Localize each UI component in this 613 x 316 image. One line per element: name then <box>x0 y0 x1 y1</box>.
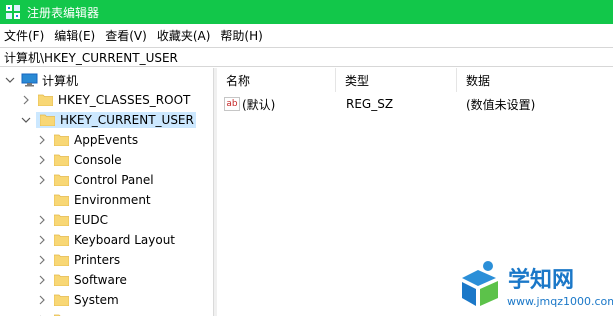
watermark-url: www.jmqz1000.com <box>507 295 613 308</box>
tree-item-appevents[interactable]: AppEvents <box>36 130 138 150</box>
chevron-right-icon[interactable] <box>36 274 48 286</box>
menu-help[interactable]: 帮助(H) <box>215 27 267 44</box>
tree-item-console[interactable]: Console <box>36 150 122 170</box>
chevron-right-icon[interactable] <box>36 174 48 186</box>
selected-highlight: HKEY_CURRENT_USER <box>36 112 196 128</box>
tree-item-eudc[interactable]: EUDC <box>36 210 108 230</box>
column-header-type[interactable]: 类型 <box>336 68 457 92</box>
column-header-label: 数据 <box>466 73 491 88</box>
value-name: (默认) <box>242 97 276 112</box>
chevron-right-icon[interactable] <box>36 214 48 226</box>
tree-item-label: Console <box>74 153 122 167</box>
folder-icon <box>54 294 69 306</box>
chevron-down-icon[interactable] <box>20 114 32 126</box>
watermark-brand: 学知网 <box>508 268 575 293</box>
tree-item-label: AppEvents <box>74 133 139 147</box>
column-header-label: 类型 <box>345 73 370 88</box>
value-type: REG_SZ <box>346 97 394 111</box>
tree-item-hkey-classes-root[interactable]: HKEY_CLASSES_ROOT <box>20 90 190 110</box>
folder-icon <box>54 254 69 266</box>
folder-icon <box>54 174 69 186</box>
chevron-right-icon[interactable] <box>36 154 48 166</box>
window-title: 注册表编辑器 <box>27 5 100 20</box>
tree-item-label: HKEY_CLASSES_ROOT <box>58 93 191 107</box>
tree-item-printers[interactable]: Printers <box>36 250 120 270</box>
value-row-type[interactable]: REG_SZ <box>346 94 456 114</box>
folder-open-icon <box>40 114 55 126</box>
tree-item-hkey-current-user[interactable]: HKEY_CURRENT_USER <box>20 110 196 130</box>
tree-item-label: Control Panel <box>74 173 154 187</box>
chevron-right-icon[interactable] <box>36 254 48 266</box>
menu-view[interactable]: 查看(V) <box>100 27 152 44</box>
menu-file[interactable]: 文件(F) <box>0 27 49 44</box>
folder-icon <box>54 194 69 206</box>
tree-item-label: System <box>74 293 119 307</box>
tree-item-computer[interactable]: 计算机 <box>4 70 78 90</box>
value-data: (数值未设置) <box>466 97 536 112</box>
tree-item-environment[interactable]: Environment <box>36 190 151 210</box>
tree-item-control-panel[interactable]: Control Panel <box>36 170 154 190</box>
folder-icon <box>54 134 69 146</box>
tree-item-label: Keyboard Layout <box>74 233 176 247</box>
column-header-label: 名称 <box>226 73 251 88</box>
value-row-name[interactable]: ab (默认) <box>224 94 334 114</box>
tree-item-label: EUDC <box>74 213 108 227</box>
title-bar: 注册表编辑器 <box>0 0 613 24</box>
chevron-right-icon[interactable] <box>36 234 48 246</box>
registry-editor-icon <box>6 5 20 19</box>
tree-item-label: Software <box>74 273 127 287</box>
tree-item-label: 计算机 <box>42 73 79 88</box>
address-bar[interactable]: 计算机\HKEY_CURRENT_USER <box>0 47 613 67</box>
registry-tree[interactable]: 计算机 HKEY_CLASSES_ROOT HKEY_CURRENT_USER … <box>0 68 213 316</box>
menu-bar: 文件(F) 编辑(E) 查看(V) 收藏夹(A) 帮助(H) <box>0 24 613 46</box>
column-header-data[interactable]: 数据 <box>457 68 613 92</box>
watermark-logo-icon <box>462 261 498 306</box>
folder-icon <box>54 234 69 246</box>
chevron-right-icon[interactable] <box>36 134 48 146</box>
tree-item-system[interactable]: System <box>36 290 119 310</box>
value-row-data[interactable]: (数值未设置) <box>466 94 606 114</box>
folder-icon <box>54 274 69 286</box>
folder-icon <box>54 214 69 226</box>
folder-icon <box>38 94 53 106</box>
watermark: 学知网 www.jmqz1000.com <box>458 258 613 314</box>
address-path[interactable]: 计算机\HKEY_CURRENT_USER <box>4 49 178 66</box>
folder-icon <box>54 154 69 166</box>
computer-icon <box>21 73 38 87</box>
tree-item-keyboard-layout[interactable]: Keyboard Layout <box>36 230 175 250</box>
chevron-right-icon[interactable] <box>20 94 32 106</box>
tree-item-label: Environment <box>74 193 151 207</box>
chevron-down-icon[interactable] <box>4 74 16 86</box>
tree-item-partial[interactable] <box>36 310 74 316</box>
tree-item-label: HKEY_CURRENT_USER <box>60 113 194 127</box>
tree-item-label: Printers <box>74 253 121 267</box>
chevron-right-icon[interactable] <box>36 294 48 306</box>
tree-item-software[interactable]: Software <box>36 270 127 290</box>
no-expander <box>36 194 48 206</box>
menu-favorites[interactable]: 收藏夹(A) <box>152 27 216 44</box>
column-header-name[interactable]: 名称 <box>217 68 336 92</box>
menu-edit[interactable]: 编辑(E) <box>49 27 100 44</box>
string-value-icon: ab <box>224 97 240 111</box>
